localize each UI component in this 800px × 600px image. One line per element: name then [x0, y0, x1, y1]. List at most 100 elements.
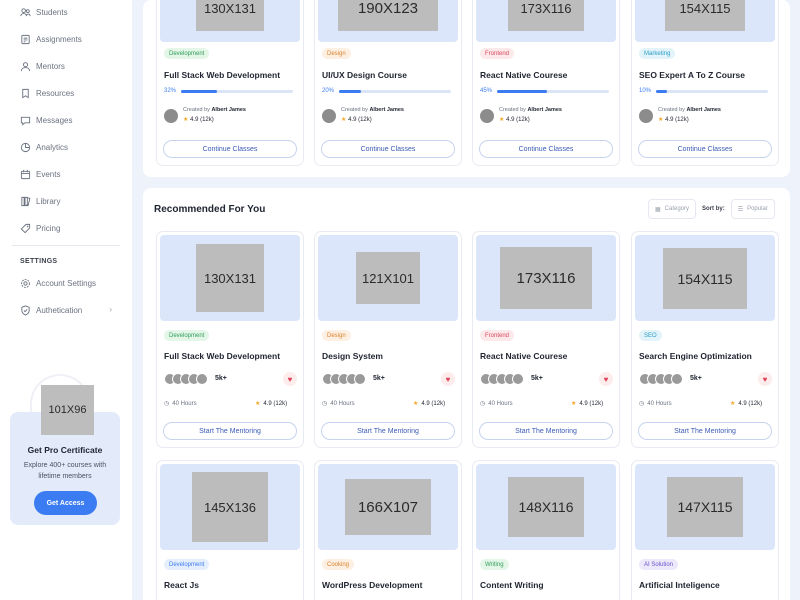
promo-title: Get Pro Certificate [27, 445, 103, 455]
course-thumbnail: 130X131 [160, 235, 300, 321]
recommended-card[interactable]: 173X116 Frontend React Native Courese 5k… [472, 231, 620, 448]
duration-value: 40 Hours [488, 400, 513, 407]
sidebar-item-pricing[interactable]: Pricing [0, 218, 132, 238]
category-filter[interactable]: ▦ Category [648, 199, 697, 219]
recommended-card[interactable]: 166X107 Cooking WordPress Development [314, 460, 462, 600]
rating: ★ 4.9 (12k) [658, 116, 689, 123]
category-filter-label: Category [664, 206, 690, 212]
avatar [322, 109, 336, 123]
course-thumbnail: 190X123 [318, 0, 458, 42]
course-title: Full Stack Web Development [164, 70, 281, 80]
students-icon [20, 7, 31, 18]
heart-icon[interactable]: ♥ [758, 372, 772, 386]
recommended-card[interactable]: 130X131 Development Full Stack Web Devel… [156, 231, 304, 448]
rating: ★ 4.9 (12k) [413, 400, 446, 408]
sidebar-item-label: Library [36, 196, 61, 206]
duration-value: 40 Hours [330, 400, 355, 407]
sidebar-item-resources[interactable]: Resources [0, 83, 132, 103]
progress-fill [656, 90, 668, 93]
star-icon: ★ [499, 117, 505, 123]
recommended-card[interactable]: 147X115 AI Solution Artificial Inteligen… [631, 460, 779, 600]
sidebar-item-label: Analytics [36, 142, 69, 152]
continue-classes-button[interactable]: Continue Classes [479, 140, 613, 158]
rating-value: 4.9 (12k) [190, 117, 214, 123]
sidebar-item-analytics[interactable]: Analytics [0, 137, 132, 157]
course-card[interactable]: 190X123 Design UI/UX Design Course 20% C… [314, 0, 462, 166]
thumbnail-placeholder: 148X116 [508, 477, 584, 537]
created-by-label: Created by [499, 107, 526, 113]
recommended-card[interactable]: 121X101 Design Design System 5k+ ♥ ◷ 40 H… [314, 231, 462, 448]
course-card[interactable]: 173X116 Frontend React Native Courese 45… [472, 0, 620, 166]
duration-value: 40 Hours [172, 400, 197, 407]
start-mentoring-button[interactable]: Start The Mentoring [479, 422, 613, 440]
clock-icon: ◷ [164, 401, 170, 407]
course-title: SEO Expert A To Z Course [639, 70, 745, 80]
course-title: React Js [164, 580, 199, 590]
sidebar-item-events[interactable]: Events [0, 164, 132, 184]
rating-value: 4.9 (12k) [506, 117, 530, 123]
category-tag: Development [164, 48, 210, 59]
author-line: Created by Albert James [341, 107, 404, 113]
category-tag: Frontend [480, 48, 515, 59]
rating-value: 4.9 (12k) [348, 117, 372, 123]
sidebar-item-label: Mentors [36, 61, 65, 71]
created-by-label: Created by [658, 107, 685, 113]
mentors-icon [20, 61, 31, 72]
course-thumbnail: 148X116 [476, 464, 616, 550]
sidebar-item-label: Events [36, 169, 61, 179]
author-name: Albert James [211, 107, 246, 113]
rating: ★ 4.9 (12k) [183, 116, 214, 123]
rating-value: 4.9 (12k) [665, 117, 689, 123]
clock-icon: ◷ [639, 401, 645, 407]
continue-classes-button[interactable]: Continue Classes [321, 140, 455, 158]
category-tag: Writing [480, 559, 509, 570]
sidebar-item-mentors[interactable]: Mentors [0, 56, 132, 76]
enrolled-count: 5k+ [373, 375, 385, 382]
get-access-button[interactable]: Get Access [34, 491, 97, 515]
sidebar-item-account-settings[interactable]: Account Settings [0, 273, 132, 293]
heart-icon[interactable]: ♥ [283, 372, 297, 386]
course-thumbnail: 154X115 [635, 0, 775, 42]
sidebar-item-students[interactable]: Students [0, 2, 132, 22]
course-thumbnail: 154X115 [635, 235, 775, 321]
continue-classes-button[interactable]: Continue Classes [638, 140, 772, 158]
category-tag: Frontend [480, 330, 515, 341]
progress-fill [497, 90, 548, 93]
progress-percent: 45% [480, 88, 493, 94]
rating-value: 4.9 (12k) [738, 400, 763, 407]
start-mentoring-button[interactable]: Start The Mentoring [163, 422, 297, 440]
course-title: Search Engine Optimization [639, 351, 752, 361]
thumbnail-placeholder: 173X116 [508, 0, 584, 31]
course-thumbnail: 130X131 [160, 0, 300, 42]
sidebar-item-authetication[interactable]: Authetication › [0, 300, 132, 320]
heart-icon[interactable]: ♥ [441, 372, 455, 386]
calendar-icon: ▦ [655, 206, 661, 213]
rating-value: 4.9 (12k) [421, 400, 446, 407]
heart-icon[interactable]: ♥ [599, 372, 613, 386]
recommended-card[interactable]: 148X116 Writing Content Writing [472, 460, 620, 600]
continue-classes-button[interactable]: Continue Classes [163, 140, 297, 158]
start-mentoring-button[interactable]: Start The Mentoring [638, 422, 772, 440]
enrolled-count: 5k+ [531, 375, 543, 382]
enrolled-avatars [322, 373, 366, 385]
sidebar-divider [12, 245, 120, 246]
recommended-card[interactable]: 145X136 Development React Js [156, 460, 304, 600]
course-card[interactable]: 154X115 Marketing SEO Expert A To Z Cour… [631, 0, 779, 166]
sidebar-item-label: Resources [36, 88, 75, 98]
start-mentoring-button[interactable]: Start The Mentoring [321, 422, 455, 440]
course-card[interactable]: 130X131 Development Full Stack Web Devel… [156, 0, 304, 166]
sidebar-item-assignments[interactable]: Assignments [0, 29, 132, 49]
sidebar-item-messages[interactable]: Messages [0, 110, 132, 130]
sidebar-item-library[interactable]: Library [0, 191, 132, 211]
course-thumbnail: 121X101 [318, 235, 458, 321]
recommended-card[interactable]: 154X115 SEO Search Engine Optimization 5… [631, 231, 779, 448]
course-thumbnail: 147X115 [635, 464, 775, 550]
star-icon: ★ [658, 117, 664, 123]
thumbnail-placeholder: 145X136 [192, 472, 268, 542]
settings-section-label: SETTINGS [20, 258, 58, 265]
clock-icon: ◷ [480, 401, 486, 407]
shield-icon [20, 304, 31, 316]
messages-icon [20, 115, 31, 126]
library-icon [20, 196, 31, 207]
sort-dropdown[interactable]: ☰ Popular [730, 199, 775, 219]
